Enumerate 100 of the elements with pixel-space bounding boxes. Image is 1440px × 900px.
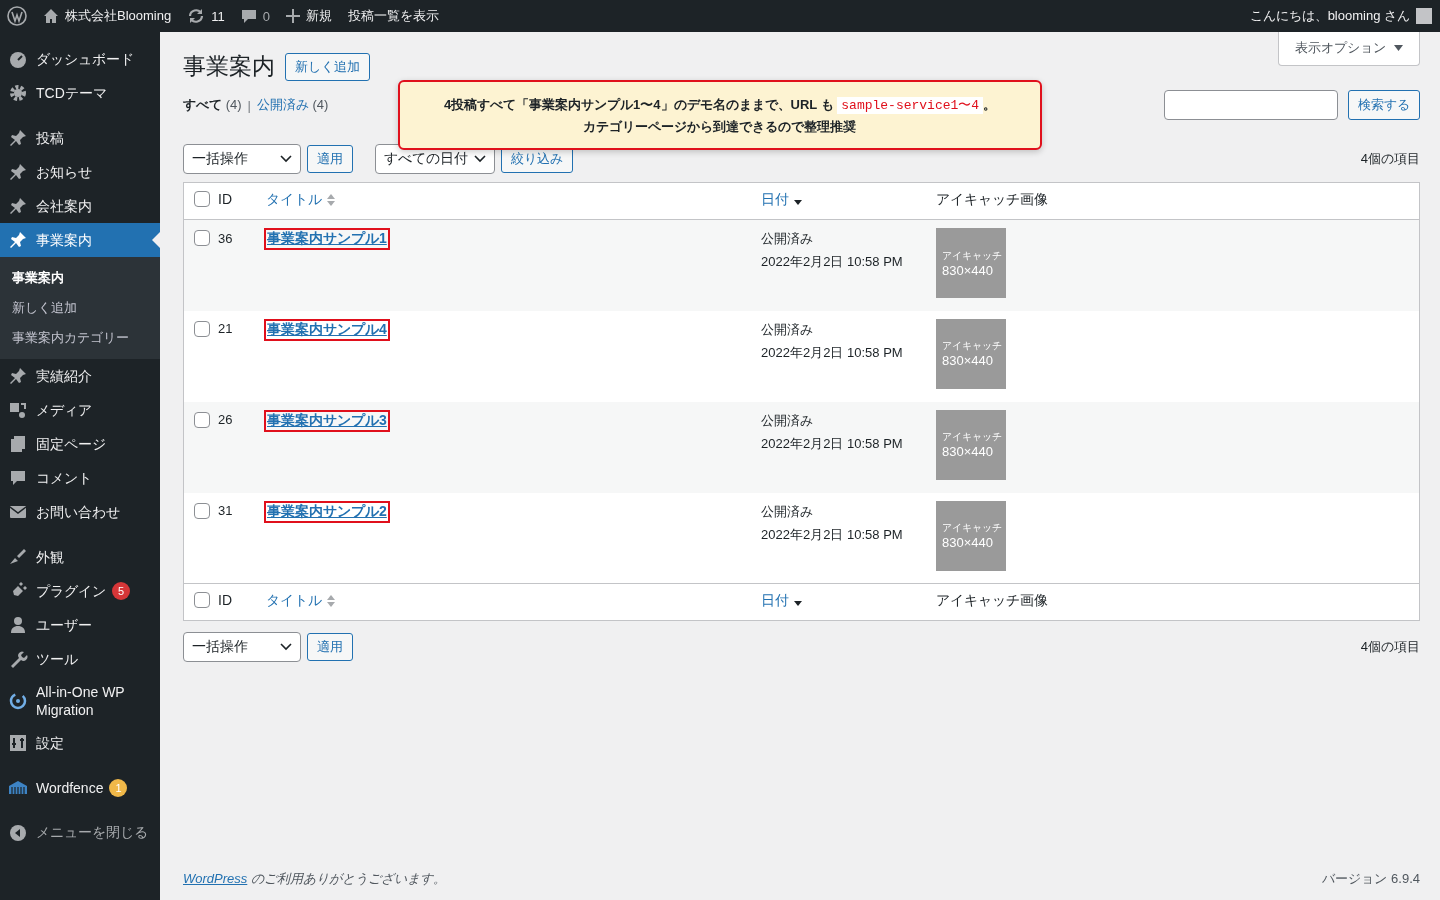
menu-item[interactable]: 投稿 <box>0 121 160 155</box>
column-header: ID <box>218 592 232 608</box>
item-count: 4個の項目 <box>1360 150 1420 168</box>
count-badge: 5 <box>112 582 130 600</box>
post-status: 公開済み <box>761 502 814 521</box>
collapse-menu-button[interactable]: メニューを閉じる <box>0 816 160 850</box>
menu-item[interactable]: 設定 <box>0 726 160 760</box>
caret-icon <box>1394 45 1403 51</box>
sort-descending-icon[interactable] <box>793 199 803 207</box>
separator-text: | <box>247 97 251 113</box>
checkbox[interactable] <box>194 411 210 428</box>
sort-icon[interactable] <box>326 192 336 208</box>
apply-button[interactable]: 適用 <box>307 633 353 661</box>
post-title-link[interactable]: 事業案内サンプル3 <box>266 411 388 430</box>
site-name-link[interactable]: 株式会社Blooming <box>65 7 172 25</box>
view-filter-link[interactable]: 公開済み (4) <box>256 96 329 114</box>
wordpress-logo-icon[interactable] <box>7 6 27 26</box>
wordpress-link[interactable]: WordPress <box>183 871 248 886</box>
menu-item[interactable]: お問い合わせ <box>0 495 160 529</box>
count-badge: 1 <box>109 779 128 797</box>
checkbox[interactable] <box>194 592 210 608</box>
plus-icon[interactable] <box>285 9 300 23</box>
sort-icon[interactable] <box>326 593 336 609</box>
settings-icon <box>8 733 28 753</box>
updates-count[interactable]: 11 <box>211 8 225 24</box>
checkbox[interactable] <box>194 502 210 519</box>
comment-icon[interactable] <box>240 8 257 24</box>
placeholder-label: アイキャッチ <box>942 339 1002 353</box>
checkbox[interactable] <box>194 320 210 337</box>
submenu-item[interactable]: 事業案内カテゴリー <box>0 323 160 353</box>
menu-item[interactable]: プラグイン 5 <box>0 574 160 608</box>
chevron-icon <box>280 643 292 651</box>
column-header: アイキャッチ画像 <box>936 592 1048 610</box>
placeholder-size: 830×440 <box>942 353 993 368</box>
column-header-link[interactable]: タイトル <box>266 592 336 610</box>
view-filter-link[interactable]: すべて (4) <box>183 96 242 114</box>
checkbox[interactable] <box>194 191 210 207</box>
pin-icon <box>8 196 28 216</box>
refresh-icon[interactable] <box>187 8 206 24</box>
post-status: 公開済み <box>761 320 814 339</box>
post-id: 31 <box>218 503 233 518</box>
post-date: 2022年2月2日 10:58 PM <box>761 253 904 271</box>
column-header: アイキャッチ画像 <box>936 191 1048 209</box>
comments-count[interactable]: 0 <box>262 8 270 24</box>
screen-options-button[interactable]: 表示オプション <box>1278 32 1420 66</box>
pin-icon <box>8 230 28 250</box>
post-title-link[interactable]: 事業案内サンプル2 <box>266 502 388 521</box>
pin-icon <box>8 162 28 182</box>
placeholder-size: 830×440 <box>942 262 993 278</box>
add-new-button[interactable]: 新しく追加 <box>285 52 370 81</box>
column-header-link[interactable]: タイトル <box>266 191 336 209</box>
view-posts-link[interactable]: 投稿一覧を表示 <box>347 7 439 25</box>
sort-descending-icon[interactable] <box>793 600 803 608</box>
menu-item[interactable]: TCDテーマ <box>0 76 160 110</box>
menu-item[interactable]: 固定ページ <box>0 427 160 461</box>
column-header-link[interactable]: 日付 <box>761 592 803 610</box>
post-title-link[interactable]: 事業案内サンプル4 <box>266 320 388 339</box>
menu-item[interactable]: ダッシュボード <box>0 42 160 76</box>
search-field[interactable] <box>1164 90 1338 120</box>
migration-icon <box>8 691 28 711</box>
brush-icon <box>8 547 28 567</box>
item-count: 4個の項目 <box>1360 638 1420 656</box>
post-id: 26 <box>218 412 233 427</box>
menu-item[interactable]: All-in-One WP Migration <box>0 676 160 726</box>
menu-item[interactable]: ツール <box>0 642 160 676</box>
post-date: 2022年2月2日 10:58 PM <box>761 525 904 544</box>
checkbox[interactable] <box>194 230 210 246</box>
menu-item[interactable]: お知らせ <box>0 155 160 189</box>
footer-text: WordPress のご利用ありがとうございます。 <box>183 870 446 888</box>
column-header: ID <box>218 191 232 207</box>
comment-icon <box>8 468 28 488</box>
post-id: 36 <box>218 230 233 246</box>
chevron-icon <box>280 155 292 163</box>
menu-item[interactable]: 実績紹介 <box>0 359 160 393</box>
menu-item[interactable]: 事業案内 <box>0 223 160 257</box>
menu-item[interactable]: 会社案内 <box>0 189 160 223</box>
new-link[interactable]: 新規 <box>305 7 332 25</box>
bulk-action-dropdown[interactable]: 一括操作 <box>183 144 301 174</box>
home-icon[interactable] <box>43 8 59 24</box>
bulk-action-dropdown[interactable]: 一括操作 <box>183 632 301 662</box>
menu-item[interactable]: 外観 <box>0 540 160 574</box>
menu-item[interactable]: ユーザー <box>0 608 160 642</box>
submenu-item[interactable]: 新しく追加 <box>0 293 160 323</box>
menu-item[interactable]: コメント <box>0 461 160 495</box>
column-header-link[interactable]: 日付 <box>761 191 803 209</box>
version-text: バージョン 6.9.4 <box>1322 870 1420 888</box>
search-button[interactable]: 検索する <box>1348 90 1420 120</box>
pin-icon <box>8 128 28 148</box>
menu-item[interactable]: Wordfence 1 <box>0 771 160 805</box>
post-status: 公開済み <box>761 230 814 248</box>
post-date: 2022年2月2日 10:58 PM <box>761 343 904 362</box>
post-title-link[interactable]: 事業案内サンプル1 <box>266 230 388 248</box>
placeholder-label: アイキャッチ <box>942 430 1002 444</box>
pin-icon <box>8 366 28 386</box>
menu-item[interactable]: メディア <box>0 393 160 427</box>
greeting-text[interactable]: こんにちは、blooming さん <box>1249 7 1410 25</box>
post-date: 2022年2月2日 10:58 PM <box>761 434 904 453</box>
submenu-item[interactable]: 事業案内 <box>0 263 160 293</box>
apply-button[interactable]: 適用 <box>307 145 353 173</box>
placeholder-size: 830×440 <box>942 444 993 459</box>
